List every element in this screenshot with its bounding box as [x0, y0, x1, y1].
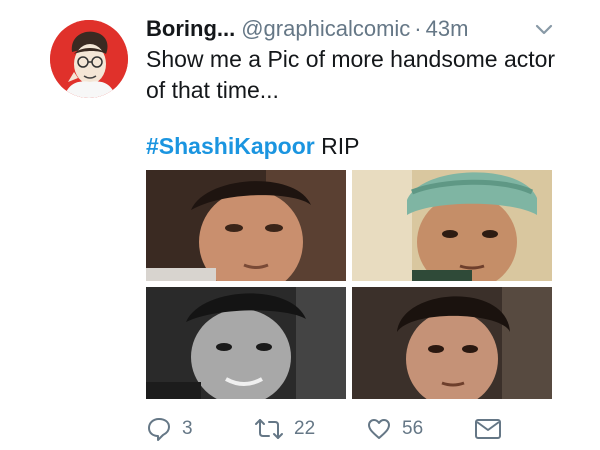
reply-count: 3 — [182, 418, 193, 439]
tweet-tag-line: #ShashiKapoor RIP — [146, 131, 359, 161]
display-name[interactable]: Boring... — [146, 14, 235, 44]
retweet-icon — [254, 416, 284, 442]
chevron-down-icon[interactable] — [534, 22, 554, 38]
heart-icon — [366, 416, 392, 442]
avatar[interactable] — [50, 20, 128, 98]
tweet-text: Show me a Pic of more handsome actor of … — [146, 46, 556, 103]
tweet-actions: 3 22 56 — [146, 414, 506, 444]
tag-suffix-text: RIP — [314, 133, 360, 159]
direct-message-button[interactable] — [474, 414, 502, 444]
media-grid — [146, 170, 552, 399]
envelope-icon — [474, 417, 502, 441]
tweet-header: Boring... @graphicalcomic · 43m — [146, 14, 468, 44]
separator-dot: · — [414, 16, 422, 41]
cartoon-face-avatar-icon — [50, 20, 128, 98]
like-count: 56 — [402, 418, 424, 439]
reply-icon — [146, 416, 172, 442]
media-photo-1[interactable] — [146, 170, 346, 281]
hashtag-link[interactable]: #ShashiKapoor — [146, 133, 315, 159]
media-photo-4[interactable] — [352, 287, 552, 399]
reply-button[interactable]: 3 — [146, 414, 193, 444]
media-photo-3[interactable] — [146, 287, 346, 399]
tweet-card: Boring... @graphicalcomic · 43m Show me … — [0, 0, 600, 450]
timestamp[interactable]: 43m — [426, 14, 469, 44]
like-button[interactable]: 56 — [366, 414, 423, 444]
retweet-count: 22 — [294, 418, 316, 439]
media-photo-2[interactable] — [352, 170, 552, 281]
retweet-button[interactable]: 22 — [254, 414, 315, 444]
user-handle[interactable]: @graphicalcomic — [241, 14, 410, 44]
